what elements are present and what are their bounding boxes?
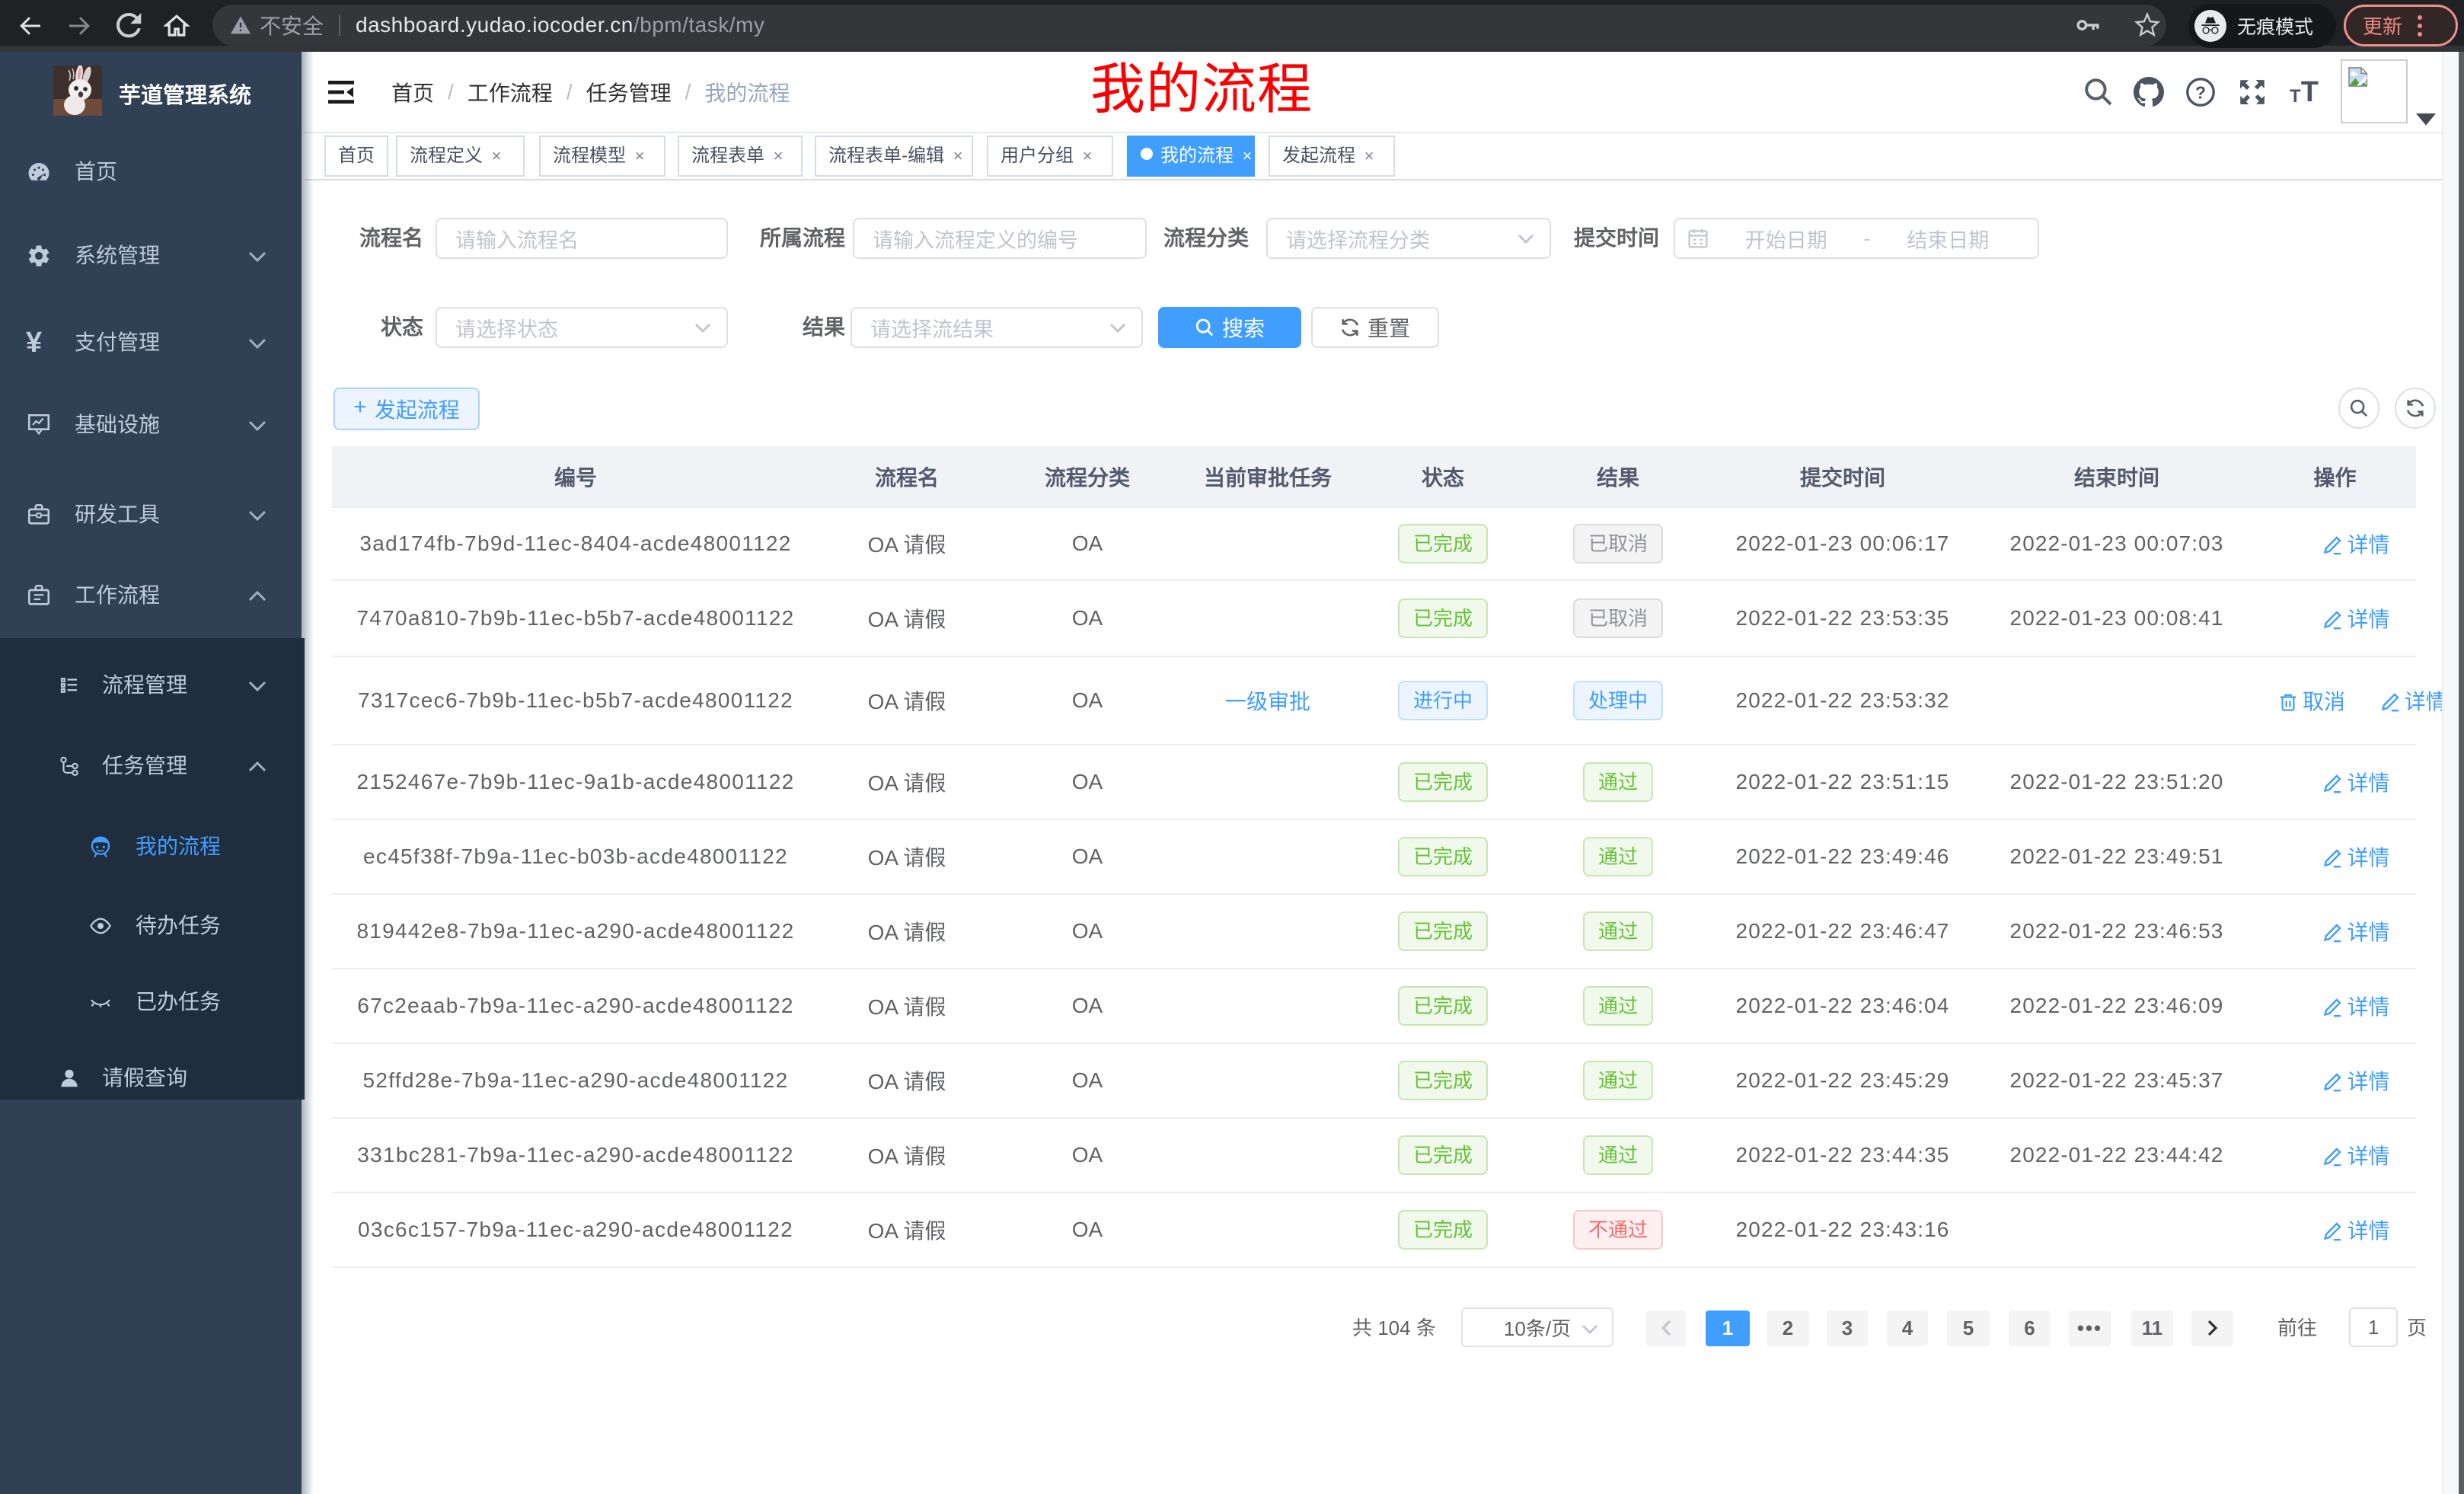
svg-text:?: ? xyxy=(2195,82,2206,102)
